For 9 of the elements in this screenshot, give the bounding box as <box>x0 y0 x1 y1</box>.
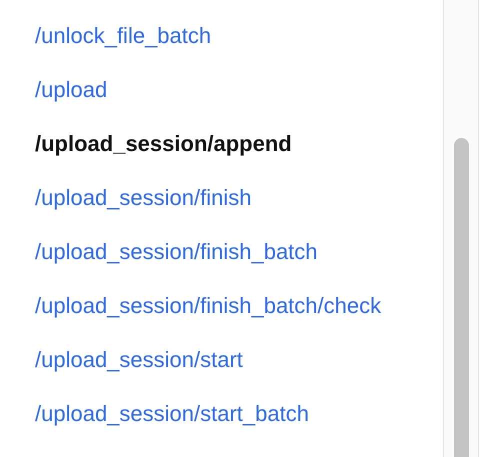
endpoint-link[interactable]: /upload_session/finish_batch/check <box>35 288 382 322</box>
scrollbar-thumb[interactable] <box>454 138 468 457</box>
endpoint-link[interactable]: /upload_session/append <box>35 126 292 160</box>
endpoint-link[interactable]: /upload_session/start <box>35 342 243 376</box>
endpoint-link[interactable]: /upload <box>35 72 108 106</box>
endpoint-link[interactable]: /upload_session/start_batch <box>35 396 309 430</box>
endpoint-link[interactable]: /upload_session/finish_batch <box>35 234 318 268</box>
endpoint-link[interactable]: /unlock_file_batch <box>35 18 212 52</box>
endpoint-link[interactable]: /upload_session/finish <box>35 180 252 214</box>
